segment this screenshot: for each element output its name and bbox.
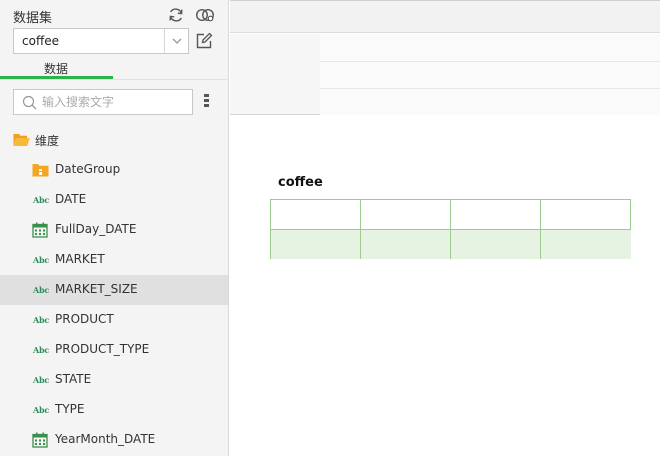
field-label: DATE — [55, 192, 87, 206]
field-item[interactable]: Abc MARKET — [0, 245, 228, 275]
dataset-select-value: coffee — [22, 34, 59, 48]
abc-icon: Abc — [33, 285, 50, 295]
field-label: YearMonth_DATE — [55, 432, 156, 446]
field-item[interactable]: Abc DATE — [0, 185, 228, 215]
field-item[interactable]: Abc TYPE — [0, 395, 228, 425]
dataset-panel: 数据集 coffee 数据 输入搜索文字 维度 DateGroup Abc DA… — [0, 0, 229, 456]
field-label: MARKET_SIZE — [55, 282, 138, 296]
tab-divider — [0, 79, 229, 80]
tab-active-indicator — [0, 76, 113, 79]
abc-icon: Abc — [33, 375, 50, 385]
table-cell[interactable] — [541, 200, 631, 230]
toolbar-strip — [230, 0, 660, 33]
field-label: PRODUCT_TYPE — [55, 342, 150, 356]
drop-zone-divider — [320, 61, 660, 62]
table-title: coffee — [278, 175, 323, 190]
field-item[interactable]: Abc PRODUCT — [0, 305, 228, 335]
field-label: STATE — [55, 372, 92, 386]
drop-zone-divider — [320, 88, 660, 89]
field-item[interactable]: Abc MARKET_SIZE — [0, 275, 228, 305]
abc-icon: Abc — [33, 255, 50, 265]
field-label: MARKET — [55, 252, 105, 266]
drop-zones — [230, 34, 660, 115]
table-component[interactable] — [270, 199, 631, 259]
field-item[interactable]: Abc PRODUCT_TYPE — [0, 335, 228, 365]
calendar-icon — [32, 222, 49, 238]
table-cell[interactable] — [271, 229, 361, 259]
field-label: TYPE — [55, 402, 85, 416]
field-label: DateGroup — [55, 162, 121, 176]
refresh-icon[interactable] — [167, 6, 185, 24]
table-cell[interactable] — [361, 229, 451, 259]
table-cell[interactable] — [451, 229, 541, 259]
abc-icon: Abc — [33, 345, 50, 355]
field-item[interactable]: DateGroup — [0, 155, 228, 185]
report-canvas — [230, 116, 660, 456]
search-icon — [22, 95, 37, 110]
field-item[interactable]: YearMonth_DATE — [0, 425, 228, 455]
abc-icon: Abc — [33, 315, 50, 325]
dimension-label: 维度 — [35, 134, 60, 148]
table-cell[interactable] — [541, 229, 631, 259]
dataset-select[interactable]: coffee — [13, 28, 189, 54]
edit-icon[interactable] — [195, 32, 213, 50]
table-cell[interactable] — [361, 200, 451, 230]
open-folder-icon — [13, 134, 30, 146]
calendar-icon — [32, 432, 49, 448]
search-input[interactable] — [42, 93, 190, 111]
drop-zone-area[interactable] — [320, 34, 660, 115]
chevron-down-icon[interactable] — [164, 29, 188, 53]
field-label: PRODUCT — [55, 312, 114, 326]
abc-icon: Abc — [33, 195, 50, 205]
table-cell[interactable] — [271, 200, 361, 230]
field-label: FullDay_DATE — [55, 222, 137, 236]
app-root: 数据集 coffee 数据 输入搜索文字 维度 DateGroup Abc DA… — [0, 0, 660, 456]
relation-icon[interactable] — [195, 7, 215, 23]
field-item[interactable]: Abc STATE — [0, 365, 228, 395]
abc-icon: Abc — [33, 405, 50, 415]
folder-group-icon — [32, 162, 49, 178]
more-menu-icon[interactable] — [204, 94, 210, 108]
search-box[interactable] — [13, 89, 193, 115]
table-cell[interactable] — [451, 200, 541, 230]
field-item[interactable]: FullDay_DATE — [0, 215, 228, 245]
dataset-title: 数据集 — [13, 11, 53, 26]
